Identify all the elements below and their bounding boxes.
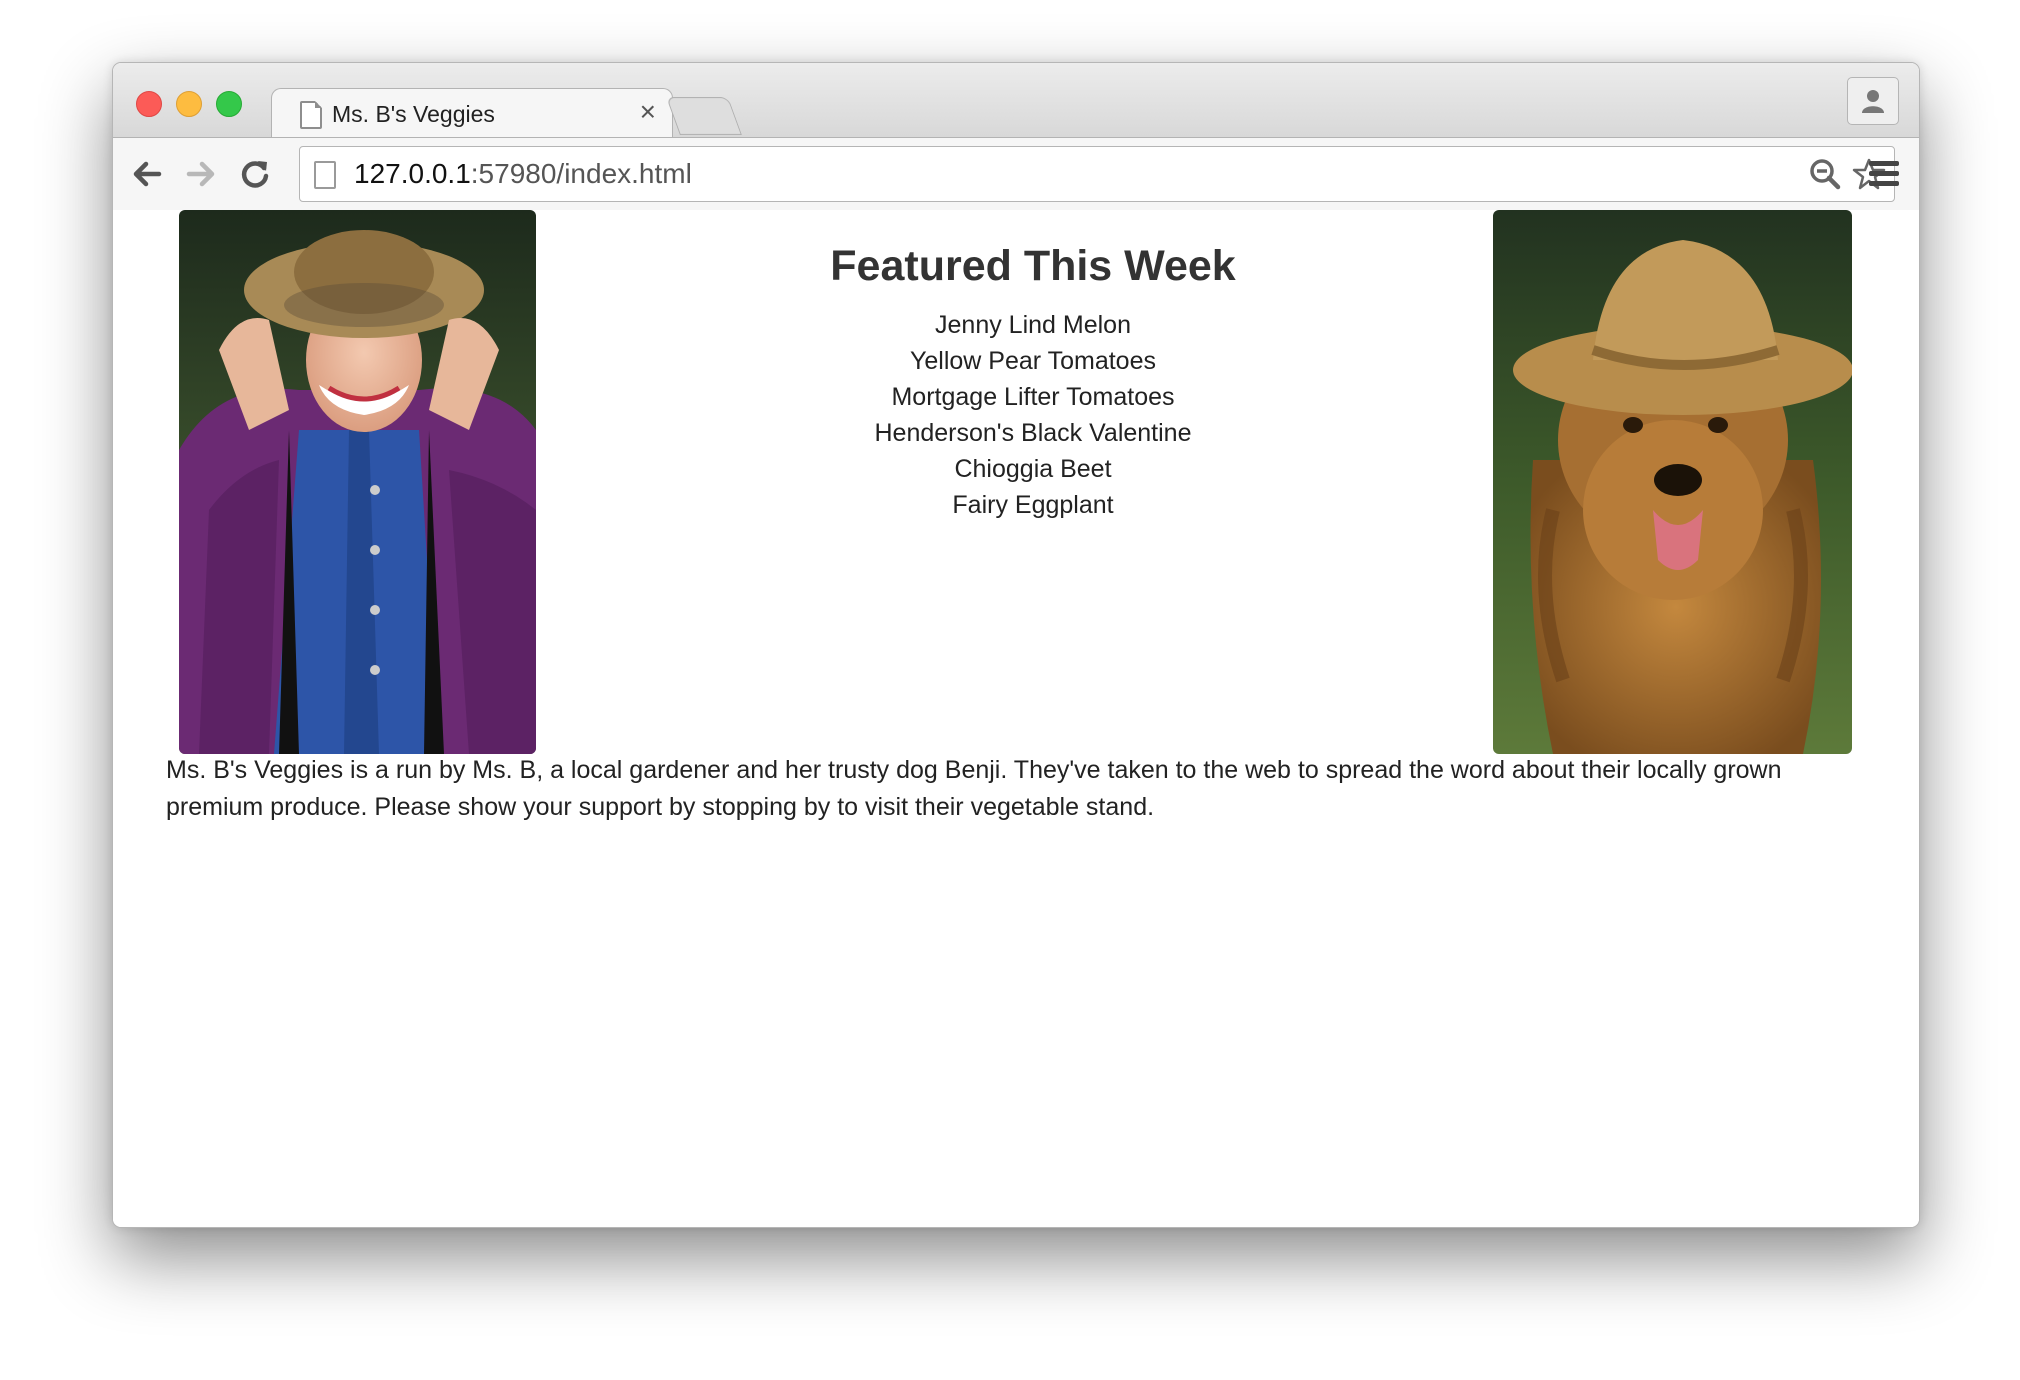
page-icon xyxy=(300,101,322,129)
featured-item: Henderson's Black Valentine xyxy=(874,419,1192,447)
about-paragraph: Ms. B's Veggies is a run by Ms. B, a loc… xyxy=(166,756,1782,821)
address-bar[interactable]: 127.0.0.1:57980/index.html xyxy=(299,146,1895,202)
benji-dog-photo xyxy=(1493,210,1852,754)
window-minimize-button[interactable] xyxy=(176,91,202,117)
profile-icon xyxy=(1862,90,1884,113)
page-icon xyxy=(314,161,336,189)
featured-section: Featured This Week Jenny Lind Melon Yell… xyxy=(673,242,1393,523)
back-arrow-icon[interactable] xyxy=(129,156,165,192)
featured-list: Jenny Lind Melon Yellow Pear Tomatoes Mo… xyxy=(673,307,1393,523)
title-bar: Ms. B's Veggies × xyxy=(113,63,1919,139)
menu-icon[interactable] xyxy=(1867,158,1901,190)
toolbar: 127.0.0.1:57980/index.html xyxy=(113,137,1919,211)
window-maximize-button[interactable] xyxy=(216,91,242,117)
featured-title: Featured This Week xyxy=(830,242,1236,290)
featured-item: Fairy Eggplant xyxy=(952,491,1114,519)
url-text: 127.0.0.1:57980/index.html xyxy=(354,158,692,189)
forward-arrow-icon[interactable] xyxy=(183,156,219,192)
browser-window: Ms. B's Veggies × 127.0.0.1:57980/index.… xyxy=(112,62,1920,1228)
featured-item: Yellow Pear Tomatoes xyxy=(910,347,1156,375)
profile-button[interactable] xyxy=(1847,77,1899,125)
zoom-icon[interactable] xyxy=(1808,157,1842,191)
window-close-button[interactable] xyxy=(136,91,162,117)
featured-item: Mortgage Lifter Tomatoes xyxy=(891,383,1175,411)
featured-item: Chioggia Beet xyxy=(954,455,1112,483)
page-content: Featured This Week Jenny Lind Melon Yell… xyxy=(113,210,1919,1227)
tab-active[interactable]: Ms. B's Veggies × xyxy=(271,88,673,139)
ms-b-photo xyxy=(179,210,536,754)
featured-item: Jenny Lind Melon xyxy=(935,311,1131,339)
tab-title: Ms. B's Veggies xyxy=(332,101,495,127)
new-tab-button[interactable] xyxy=(666,97,742,135)
reload-icon[interactable] xyxy=(237,156,273,192)
tab-close-button[interactable]: × xyxy=(640,96,656,127)
